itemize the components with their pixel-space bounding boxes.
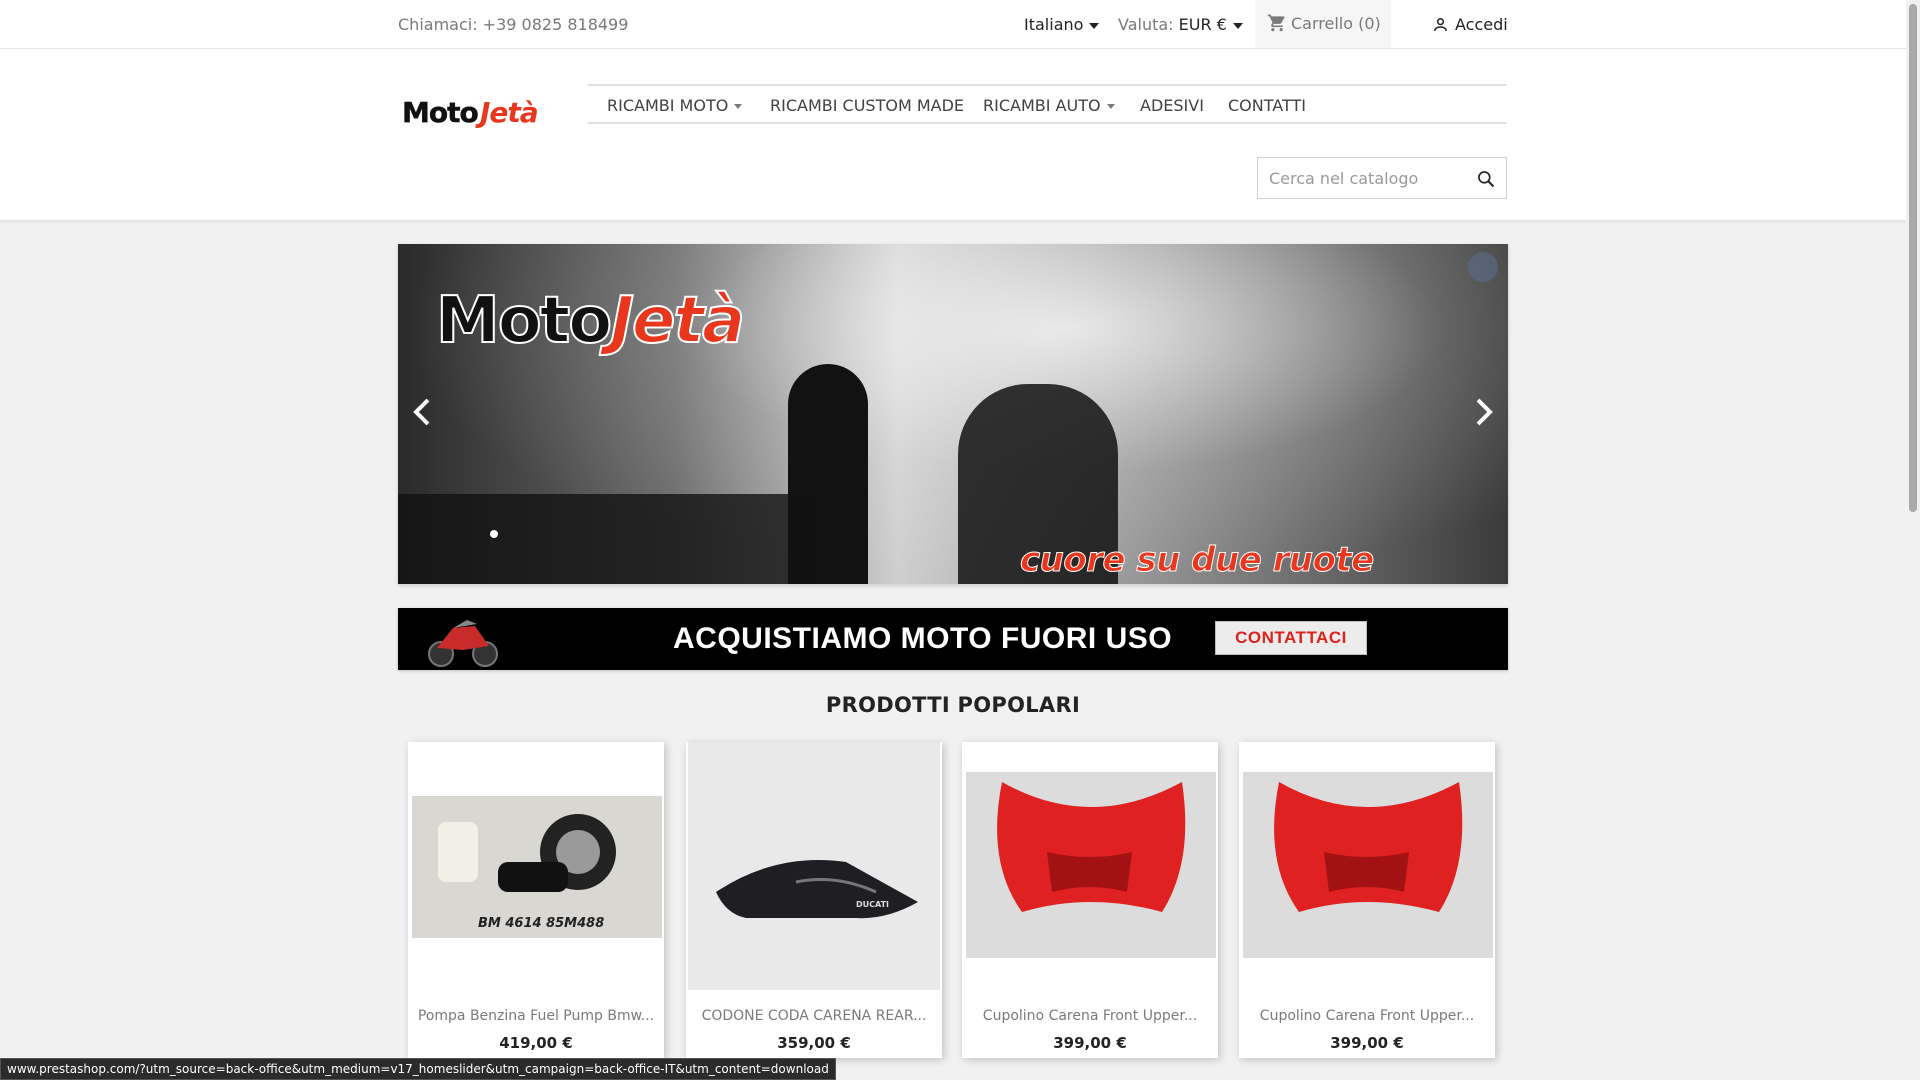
nav-label: RICAMBI MOTO xyxy=(607,96,729,115)
promo-banner[interactable]: ACQUISTIAMO MOTO FUORI USO CONTATTACI xyxy=(398,608,1508,670)
login-link[interactable]: Accedi xyxy=(1432,15,1508,34)
fullscreen-icon[interactable] xyxy=(1468,252,1498,282)
caret-down-icon xyxy=(1089,22,1100,29)
login-label: Accedi xyxy=(1455,15,1508,34)
wordmark-part: Moto xyxy=(435,283,613,359)
nav-label: RICAMBI AUTO xyxy=(983,96,1101,115)
svg-text:Moto: Moto xyxy=(402,96,478,129)
chevron-left-icon[interactable] xyxy=(408,394,438,430)
caret-down-icon xyxy=(1106,104,1115,109)
user-icon xyxy=(1434,18,1447,31)
product-name[interactable]: Pompa Benzina Fuel Pump Bmw... xyxy=(408,1008,664,1024)
caret-down-icon xyxy=(1232,22,1243,29)
chevron-right-icon[interactable] xyxy=(1468,394,1498,430)
product-name[interactable]: Cupolino Carena Front Upper... xyxy=(962,1008,1218,1024)
product-name[interactable]: Cupolino Carena Front Upper... xyxy=(1239,1008,1495,1024)
motorcycle-image xyxy=(428,620,498,667)
scrollbar-thumb[interactable] xyxy=(1909,4,1917,512)
banner-headline: ACQUISTIAMO MOTO FUORI USO xyxy=(673,622,1173,655)
status-url: www.prestashop.com/?utm_source=back-offi… xyxy=(0,1058,836,1080)
svg-text:Jetà: Jetà xyxy=(475,96,538,129)
caret-down-icon xyxy=(734,104,743,109)
hero-wordmark: MotoJetà xyxy=(435,283,746,359)
brand-logo[interactable]: Moto Jetà xyxy=(400,94,560,129)
product-name[interactable]: CODONE CODA CARENA REAR... xyxy=(686,1008,942,1024)
cart-label: Carrello (0) xyxy=(1291,14,1381,33)
product-price: 419,00 € xyxy=(499,1034,573,1052)
product-card[interactable]: Cupolino Carena Front Upper... 399,00 € xyxy=(962,742,1218,1058)
product-price: 399,00 € xyxy=(1053,1034,1127,1052)
language-label: Italiano xyxy=(1024,15,1084,34)
product-price: 359,00 € xyxy=(777,1034,851,1052)
nav-item-ricambi-moto[interactable]: RICAMBI MOTO xyxy=(607,96,743,115)
site-header: Moto Jetà RICAMBI MOTO RICAMBI CUSTOM MA… xyxy=(0,49,1906,220)
top-bar: Chiamaci: +39 0825 818499 Italiano Valut… xyxy=(0,0,1906,49)
product-image[interactable]: BM 4614 85M488 xyxy=(408,742,664,991)
main-navigation: RICAMBI MOTO RICAMBI CUSTOM MADE RICAMBI… xyxy=(588,84,1507,124)
contact-button[interactable]: CONTATTACI xyxy=(1215,621,1367,655)
currency-label: Valuta: xyxy=(1118,15,1174,34)
svg-text:DUCATI: DUCATI xyxy=(856,900,889,909)
product-image[interactable]: DUCATI xyxy=(686,742,942,991)
nav-label: CONTATTI xyxy=(1228,96,1306,115)
section-title: PRODOTTI POPOLARI xyxy=(825,693,1081,717)
phone-number: Chiamaci: +39 0825 818499 xyxy=(398,15,629,34)
product-image[interactable] xyxy=(962,742,1218,991)
currency-selector[interactable]: Valuta: EUR € xyxy=(1118,15,1243,34)
product-price: 399,00 € xyxy=(1330,1034,1404,1052)
nav-item-ricambi-custom-made[interactable]: RICAMBI CUSTOM MADE xyxy=(770,96,964,115)
cart-button[interactable]: Carrello (0) xyxy=(1255,0,1391,48)
search-box xyxy=(1257,157,1507,199)
page-scrollbar[interactable] xyxy=(1906,0,1920,1080)
hero-slider[interactable]: MotoJetà cuore su due ruote xyxy=(398,244,1508,584)
currency-value: EUR € xyxy=(1178,15,1227,34)
bike-silhouette xyxy=(398,494,818,584)
slide-indicator[interactable] xyxy=(490,530,498,538)
nav-label: ADESIVI xyxy=(1140,96,1204,115)
nav-label: RICAMBI CUSTOM MADE xyxy=(770,96,965,115)
shopping-cart-icon xyxy=(1267,14,1285,32)
wordmark-part: Jetà xyxy=(609,283,746,359)
svg-text:BM 4614 85M488: BM 4614 85M488 xyxy=(478,916,604,931)
language-selector[interactable]: Italiano xyxy=(1024,15,1100,34)
nav-item-adesivi[interactable]: ADESIVI xyxy=(1140,96,1204,115)
search-input[interactable] xyxy=(1258,158,1468,198)
product-card[interactable]: BM 4614 85M488 Pompa Benzina Fuel Pump B… xyxy=(408,742,664,1058)
product-image[interactable] xyxy=(1239,742,1495,991)
nav-item-ricambi-auto[interactable]: RICAMBI AUTO xyxy=(983,96,1115,115)
hero-tagline: cuore su due ruote xyxy=(1020,540,1375,581)
product-card[interactable]: Cupolino Carena Front Upper... 399,00 € xyxy=(1239,742,1495,1058)
search-icon[interactable] xyxy=(1476,169,1496,189)
nav-item-contatti[interactable]: CONTATTI xyxy=(1228,96,1306,115)
product-card[interactable]: DUCATI CODONE CODA CARENA REAR... 359,00… xyxy=(686,742,942,1058)
